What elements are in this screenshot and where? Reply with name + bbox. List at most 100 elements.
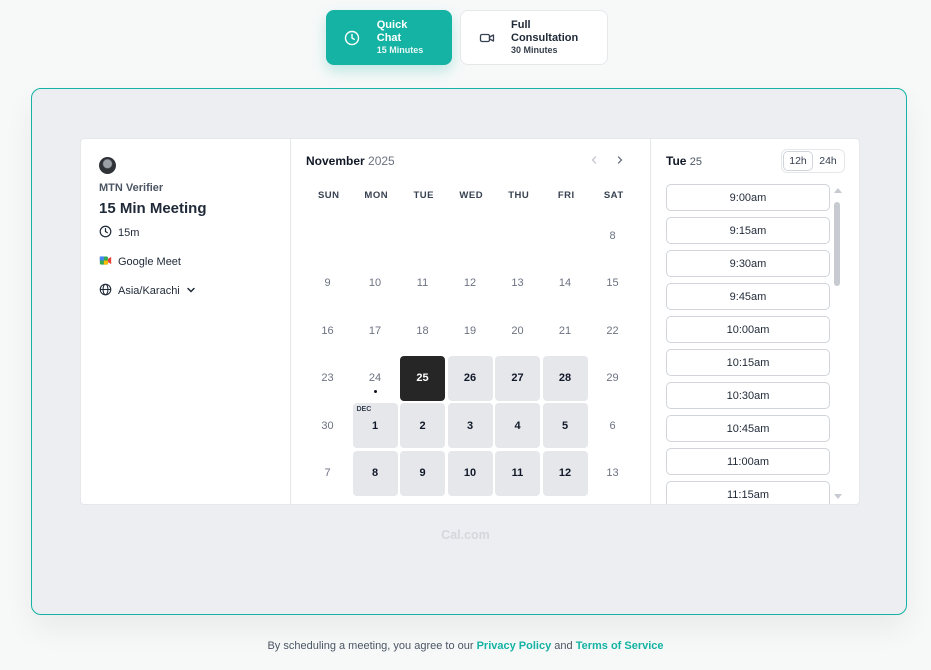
location-label: Google Meet	[118, 256, 181, 268]
scrollbar-thumb[interactable]	[834, 202, 840, 286]
calendar-day: 22	[590, 308, 635, 353]
calendar-day[interactable]: 26	[447, 355, 493, 401]
day-number: 17	[368, 324, 382, 337]
time-slot-button[interactable]: 10:30am	[666, 382, 830, 409]
calendar-day[interactable]: 27	[495, 355, 540, 401]
calendar-day: 13	[590, 451, 635, 496]
tab-title: Full Consultation	[511, 19, 579, 44]
tab-quick-chat[interactable]: Quick Chat 15 Minutes	[326, 10, 452, 65]
format-24h-button[interactable]: 24h	[814, 152, 842, 170]
calendar-day[interactable]: 10	[447, 450, 493, 496]
organizer-name: MTN Verifier	[99, 182, 164, 194]
time-slot-button[interactable]: 10:45am	[666, 415, 830, 442]
format-12h-button[interactable]: 12h	[784, 152, 812, 170]
day-number: 18	[416, 324, 429, 337]
day-number: 26	[463, 372, 477, 384]
calendar-day: 14	[543, 261, 588, 306]
time-slot-button[interactable]: 11:15am	[666, 481, 830, 504]
scroll-down-arrow-icon[interactable]	[834, 494, 842, 499]
calendar-day: 20	[495, 308, 540, 353]
day-number: 25	[416, 372, 429, 384]
day-number: 30	[321, 419, 334, 432]
day-number: 2	[419, 419, 426, 432]
slots-scrollbar[interactable]	[833, 188, 842, 499]
tab-title: Quick Chat	[376, 19, 408, 44]
event-duration: 15m	[99, 225, 272, 241]
calendar-day: 24	[353, 356, 398, 401]
timezone-select[interactable]: Asia/Karachi	[99, 283, 272, 299]
calendar-empty-cell	[400, 213, 445, 258]
today-indicator	[373, 389, 377, 393]
calendar-day[interactable]: 25	[400, 355, 445, 401]
day-number: 20	[511, 324, 524, 337]
time-format-toggle: 12h 24h	[781, 149, 845, 173]
calendar-day[interactable]: 8	[352, 450, 398, 496]
time-slot-button[interactable]: 9:15am	[666, 217, 830, 244]
day-number: 28	[558, 372, 572, 384]
day-number: 22	[606, 324, 619, 337]
day-number: 16	[321, 324, 334, 337]
calendar-empty-cell	[543, 213, 588, 258]
time-slot-button[interactable]: 9:30am	[666, 250, 830, 277]
calendar-panel: November 2025 SUN MON TUE WED THU FRI SAT 8 9 10…	[291, 139, 651, 504]
privacy-policy-link[interactable]: Privacy Policy	[477, 640, 552, 652]
calendar-day[interactable]: 4	[495, 403, 540, 448]
calendar-grid: 8 9 10 11 12 13 14 15 16 17 18 19 20 21 22 23 24 25 26 27 28…	[305, 213, 635, 496]
selected-date: 25	[689, 156, 703, 168]
day-number: 7	[324, 467, 331, 479]
calendar-day: 15	[590, 261, 635, 306]
day-number: 27	[511, 372, 524, 384]
calendar-day[interactable]: 2	[400, 403, 445, 448]
clock-icon	[99, 225, 112, 241]
day-number: 11	[511, 467, 524, 479]
calendar-day[interactable]: 3	[447, 403, 493, 448]
scroll-up-arrow-icon[interactable]	[834, 188, 842, 193]
weekday-label: SAT	[603, 190, 624, 201]
calendar-day: 9	[305, 261, 350, 306]
next-month-button[interactable]	[615, 153, 625, 168]
time-slot-button[interactable]: 10:15am	[666, 349, 830, 376]
calendar-day: 10	[353, 261, 398, 306]
time-slot-button[interactable]: 10:00am	[666, 316, 830, 343]
weekday-label: FRI	[557, 190, 575, 201]
month-tag: DEC	[356, 406, 372, 413]
calendar-day: 29	[590, 356, 635, 401]
time-slot-button[interactable]: 9:00am	[666, 184, 830, 211]
prev-month-button[interactable]	[589, 153, 599, 168]
calendar-day[interactable]: 28	[542, 355, 588, 401]
day-number: 14	[558, 277, 572, 289]
day-number: 24	[368, 372, 382, 384]
day-number: 6	[609, 419, 616, 432]
chevron-right-icon	[617, 156, 623, 164]
event-title: 15 Min Meeting	[99, 200, 207, 217]
weekday-label: MON	[364, 190, 389, 201]
weekday-label: THU	[508, 190, 530, 201]
calendar-month-title: November 2025	[306, 154, 395, 168]
calendar-day[interactable]: 9	[400, 450, 445, 496]
duration-label: 15m	[118, 227, 140, 239]
tab-full-consultation[interactable]: Full Consultation 30 Minutes	[460, 10, 608, 65]
calendar-day[interactable]: 1 DEC	[352, 403, 398, 448]
chevron-down-icon	[186, 285, 196, 298]
calendar-day[interactable]: 5	[542, 403, 588, 448]
calendar-day: 11	[400, 261, 445, 306]
calendar-day: 7	[305, 451, 350, 496]
day-number: 29	[606, 372, 619, 384]
time-slot-button[interactable]: 11:00am	[666, 448, 830, 475]
calendar-day[interactable]: 12	[542, 450, 588, 496]
calendar-empty-cell	[448, 213, 493, 258]
calendar-day[interactable]: 11	[495, 450, 540, 496]
day-number: 9	[419, 467, 426, 479]
event-location: Google Meet	[99, 254, 272, 270]
day-number: 8	[371, 467, 379, 479]
day-number: 4	[514, 419, 521, 432]
time-slot-button[interactable]: 9:45am	[666, 283, 830, 310]
calendar-day: 18	[400, 308, 445, 353]
timezone-label: Asia/Karachi	[118, 285, 180, 297]
clock-icon	[344, 29, 361, 46]
terms-of-service-link[interactable]: Terms of Service	[576, 640, 664, 652]
day-number: 12	[558, 467, 572, 479]
calendar-day: 30	[305, 403, 350, 448]
footer-and: and	[554, 640, 573, 652]
day-number: 5	[561, 419, 569, 432]
